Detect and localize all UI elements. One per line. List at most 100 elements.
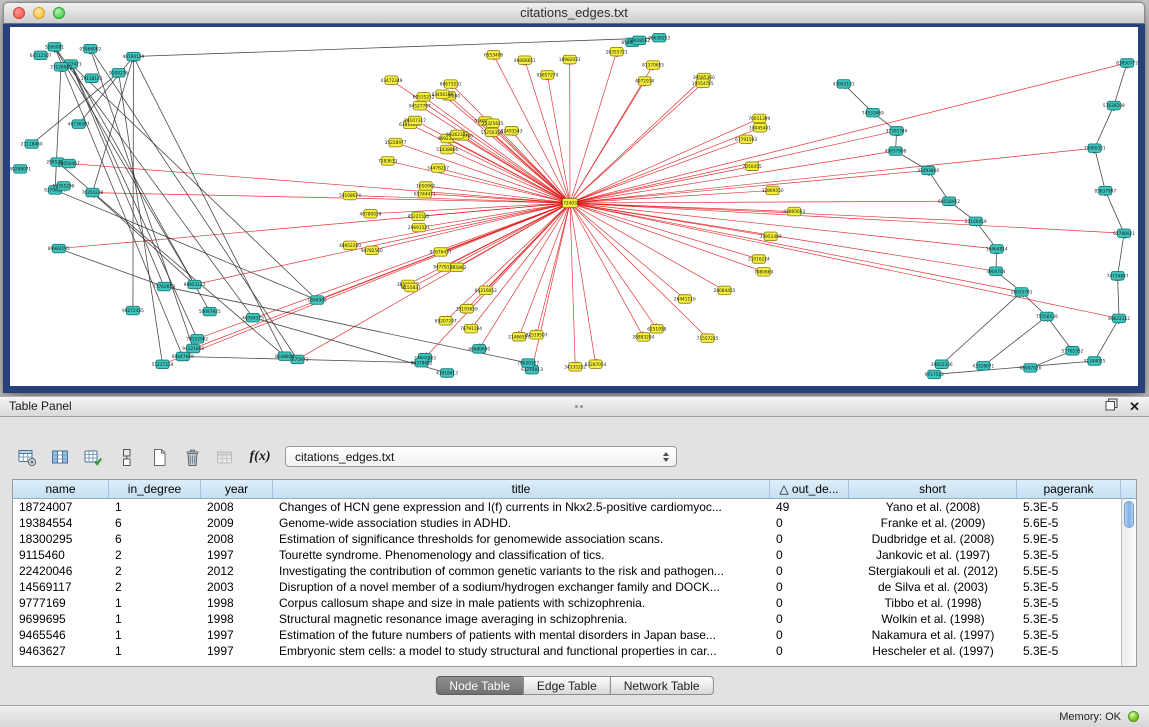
table-cell[interactable]: 2 bbox=[109, 547, 201, 563]
delete-table-icon[interactable] bbox=[179, 444, 206, 470]
graph-node[interactable]: 71557225 bbox=[697, 334, 719, 343]
graph-node[interactable]: 78791194 bbox=[460, 324, 482, 333]
graph-node[interactable]: 98272435 bbox=[122, 306, 144, 315]
table-scrollbar[interactable] bbox=[1121, 499, 1136, 666]
graph-node[interactable]: 81370655 bbox=[642, 61, 664, 69]
graph-node[interactable]: 76630327 bbox=[517, 359, 539, 368]
table-cell[interactable]: Embryonic stem cells: a model to study s… bbox=[273, 643, 770, 659]
table-cell[interactable]: 9699695 bbox=[13, 611, 109, 627]
graph-edge[interactable] bbox=[1118, 276, 1119, 319]
table-cell[interactable]: 5.3E-5 bbox=[1017, 611, 1121, 627]
graph-node[interactable]: 46194139 bbox=[122, 52, 144, 61]
table-cell[interactable]: 9465546 bbox=[13, 627, 109, 643]
graph-edge[interactable] bbox=[71, 64, 317, 300]
graph-node[interactable]: 43472349 bbox=[381, 76, 403, 85]
graph-node[interactable]: 80288071 bbox=[10, 165, 31, 174]
new-table-icon[interactable] bbox=[146, 444, 173, 470]
graph-node[interactable]: 29107317 bbox=[404, 116, 426, 125]
table-cell[interactable]: 14569117 bbox=[13, 579, 109, 595]
column-header-out_de[interactable]: △ out_de... bbox=[770, 480, 849, 498]
graph-edge[interactable] bbox=[570, 78, 704, 203]
graph-edge[interactable] bbox=[442, 94, 570, 203]
graph-node[interactable]: 34476237 bbox=[427, 164, 449, 173]
graph-node[interactable]: 43326071 bbox=[972, 362, 994, 371]
table-cell[interactable]: 6 bbox=[109, 531, 201, 547]
window-titlebar[interactable]: citations_edges.txt bbox=[3, 2, 1145, 24]
table-cell[interactable]: 5.6E-5 bbox=[1017, 515, 1121, 531]
graph-edge[interactable] bbox=[90, 49, 193, 349]
graph-edge[interactable] bbox=[570, 203, 596, 364]
show-columns-icon[interactable] bbox=[47, 444, 74, 470]
graph-edge[interactable] bbox=[570, 203, 1124, 233]
graph-node[interactable]: 68673231 bbox=[440, 80, 462, 89]
graph-node[interactable]: 33493840 bbox=[917, 166, 939, 175]
table-row[interactable]: 946362711997Embryonic stem cells: a mode… bbox=[13, 643, 1121, 659]
graph-edge[interactable] bbox=[425, 203, 570, 358]
graph-node[interactable]: 70011399 bbox=[748, 114, 770, 123]
table-cell[interactable]: 0 bbox=[770, 611, 849, 627]
table-cell[interactable]: 2 bbox=[109, 563, 201, 579]
table-cell[interactable]: de Silva et al. (2003) bbox=[849, 579, 1017, 595]
table-cell[interactable]: 9777169 bbox=[13, 595, 109, 611]
graph-node[interactable]: 46680690 bbox=[468, 345, 490, 354]
graph-node[interactable]: 62788021 bbox=[1113, 229, 1135, 238]
table-cell[interactable]: 2003 bbox=[201, 579, 273, 595]
graph-edge[interactable] bbox=[372, 203, 570, 250]
graph-node[interactable]: 43818413 bbox=[436, 369, 458, 378]
zoom-button[interactable] bbox=[53, 7, 65, 19]
table-cell[interactable]: Genome-wide association studies in ADHD. bbox=[273, 515, 770, 531]
tab-node-table[interactable]: Node Table bbox=[435, 676, 524, 695]
graph-node[interactable]: 26355721 bbox=[606, 47, 628, 56]
graph-edge[interactable] bbox=[570, 148, 1095, 203]
graph-node[interactable]: 37391746 bbox=[886, 127, 908, 136]
graph-node[interactable]: 16464814 bbox=[986, 245, 1008, 254]
column-header-year[interactable]: year bbox=[201, 480, 273, 498]
graph-node[interactable]: 89984195 bbox=[48, 244, 70, 253]
graph-edge[interactable] bbox=[350, 203, 570, 245]
table-cell[interactable]: Wolkin et al. (1998) bbox=[849, 611, 1017, 627]
table-cell[interactable]: Nakamura et al. (1997) bbox=[849, 627, 1017, 643]
graph-node[interactable]: 28883284 bbox=[632, 333, 654, 342]
graph-node[interactable]: 48780019 bbox=[360, 209, 382, 218]
graph-node[interactable]: 31016224 bbox=[748, 255, 770, 264]
table-cell[interactable]: 0 bbox=[770, 515, 849, 531]
graph-node[interactable]: 69207297 bbox=[435, 317, 457, 326]
graph-edge[interactable] bbox=[71, 64, 164, 287]
close-panel-icon[interactable]: ✕ bbox=[1129, 400, 1140, 413]
graph-node[interactable]: 48952200 bbox=[339, 241, 361, 250]
table-cell[interactable]: 6 bbox=[109, 515, 201, 531]
table-row[interactable]: 1830029562008Estimation of significance … bbox=[13, 531, 1121, 547]
graph-node[interactable]: 95066002 bbox=[79, 44, 101, 53]
column-header-in_degree[interactable]: in_degree bbox=[109, 480, 201, 498]
table-cell[interactable]: 22420046 bbox=[13, 563, 109, 579]
graph-edge[interactable] bbox=[55, 67, 61, 190]
graph-edge[interactable] bbox=[942, 292, 1022, 364]
graph-node[interactable]: 94527787 bbox=[409, 101, 431, 110]
table-cell[interactable]: Stergiakouli et al. (2012) bbox=[849, 563, 1017, 579]
graph-edge[interactable] bbox=[570, 131, 897, 203]
table-row[interactable]: 1872400712008Changes of HCN gene express… bbox=[13, 499, 1121, 515]
graph-node[interactable]: 75558539 bbox=[1036, 312, 1058, 321]
table-row[interactable]: 1938455462009Genome-wide association stu… bbox=[13, 515, 1121, 531]
table-cell[interactable]: 0 bbox=[770, 531, 849, 547]
graph-edge[interactable] bbox=[1094, 318, 1119, 361]
table-cell[interactable]: Jankovic et al. (1997) bbox=[849, 547, 1017, 563]
graph-edge[interactable] bbox=[519, 203, 570, 337]
graph-node[interactable]: 46764375 bbox=[242, 313, 264, 322]
graph-edge[interactable] bbox=[92, 193, 570, 203]
function-builder-icon[interactable]: f(x) bbox=[245, 444, 275, 470]
graph-edge[interactable] bbox=[1047, 316, 1073, 350]
graph-node[interactable]: 60558952 bbox=[938, 197, 960, 206]
graph-node[interactable]: 12869550 bbox=[762, 186, 784, 195]
table-cell[interactable]: Yano et al. (2008) bbox=[849, 499, 1017, 515]
table-cell[interactable]: 5.3E-5 bbox=[1017, 643, 1121, 659]
table-cell[interactable]: 5.3E-5 bbox=[1017, 627, 1121, 643]
table-row[interactable]: 977716911998Corpus callosum shape and si… bbox=[13, 595, 1121, 611]
table-row[interactable]: 2242004622012Investigating the contribut… bbox=[13, 563, 1121, 579]
table-cell[interactable]: 1997 bbox=[201, 627, 273, 643]
graph-node[interactable]: 39655336 bbox=[931, 360, 953, 369]
table-cell[interactable]: 5.3E-5 bbox=[1017, 547, 1121, 563]
table-cell[interactable]: 1 bbox=[109, 499, 201, 515]
graph-node[interactable]: 8038818 bbox=[275, 352, 294, 361]
graph-node[interactable]: 13951469 bbox=[760, 232, 782, 241]
